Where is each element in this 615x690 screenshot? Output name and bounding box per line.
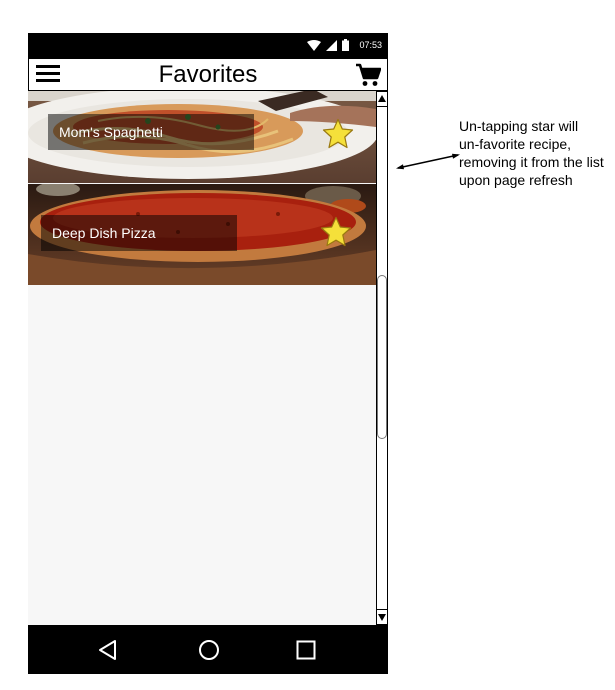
cell-signal-icon xyxy=(326,39,338,51)
triangle-down-icon xyxy=(378,614,386,621)
vertical-scrollbar[interactable] xyxy=(376,91,388,625)
page-title: Favorites xyxy=(158,61,258,88)
recipe-name-label: Deep Dish Pizza xyxy=(41,215,237,251)
phone-screen: 07:53 Favorites Mom's Spaghetti Deep Dis… xyxy=(28,33,388,674)
battery-icon xyxy=(342,39,350,51)
recents-icon[interactable] xyxy=(294,638,318,662)
app-bar: Favorites xyxy=(28,58,388,91)
recipe-name-label: Mom's Spaghetti xyxy=(48,114,254,150)
home-icon[interactable] xyxy=(197,638,221,662)
favorite-star-icon[interactable] xyxy=(322,118,354,150)
scroll-up-arrow[interactable] xyxy=(377,92,387,107)
scroll-thumb[interactable] xyxy=(377,275,387,439)
favorite-card-spaghetti[interactable]: Mom's Spaghetti xyxy=(28,91,376,183)
favorite-star-icon[interactable] xyxy=(320,216,352,248)
annotation-arrow xyxy=(396,153,460,170)
wifi-icon xyxy=(307,39,322,51)
triangle-up-icon xyxy=(378,95,386,102)
status-icons: 07:53 xyxy=(307,38,382,52)
annotation-note: Un-tapping star will un-favorite recipe,… xyxy=(459,118,604,188)
favorite-card-pizza[interactable]: Deep Dish Pizza xyxy=(28,184,376,285)
back-icon[interactable] xyxy=(96,638,120,662)
scroll-down-arrow[interactable] xyxy=(377,609,387,624)
status-bar: 07:53 xyxy=(28,33,388,58)
android-navigation-bar xyxy=(28,625,388,674)
shopping-cart-icon[interactable] xyxy=(355,62,381,88)
favorites-list: Mom's Spaghetti Deep Dish Pizza xyxy=(28,91,376,625)
status-time: 07:53 xyxy=(359,40,382,50)
